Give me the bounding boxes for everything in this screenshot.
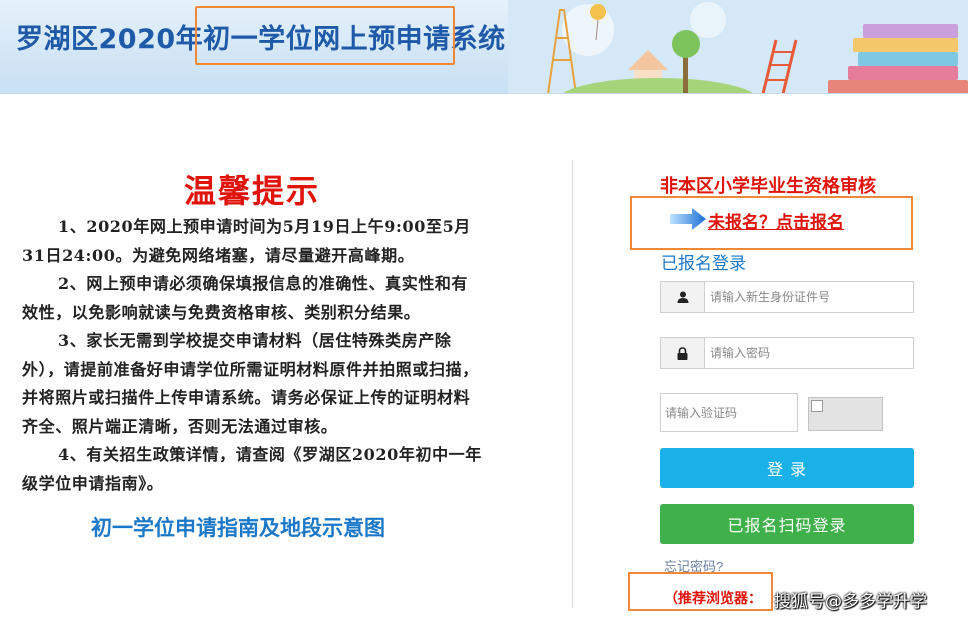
captcha-input[interactable]	[660, 393, 798, 432]
password-field-group	[660, 337, 914, 369]
captcha-image[interactable]	[808, 397, 883, 431]
arrow-right-icon	[670, 208, 706, 230]
notice-item: 3、家长无需到学校提交申请材料（居住特殊类房产除外），请提前准备好申请学位所需证…	[22, 331, 479, 436]
qr-login-button[interactable]: 已报名扫码登录	[660, 504, 914, 544]
notice-item: 4、有关招生政策详情，请查阅《罗湖区2020年初中一年级学位申请指南》。	[22, 445, 482, 493]
id-field-group	[660, 281, 914, 313]
browser-recommendation: （推荐浏览器：	[664, 591, 762, 607]
register-highlight-box: 未报名？点击报名	[630, 196, 913, 250]
password-input[interactable]	[705, 338, 913, 368]
notice-title: 温馨提示	[184, 172, 321, 210]
lock-icon	[661, 338, 705, 368]
page-header: 罗湖区2020年初一学位网上预申请系统	[0, 0, 968, 94]
header-illustration	[508, 0, 968, 93]
id-number-input[interactable]	[705, 282, 913, 312]
watermark: 搜狐号@多多学升学	[774, 592, 927, 612]
register-link[interactable]: 未报名？点击报名	[708, 208, 844, 233]
registered-login-label: 已报名登录	[661, 254, 746, 274]
vertical-divider	[572, 160, 573, 608]
nonlocal-review-title: 非本区小学毕业生资格审核	[660, 176, 876, 197]
notice-body: 1、2020年网上预申请时间为5月19日上午9:00至5月31日24:00。为避…	[22, 213, 482, 498]
login-button[interactable]: 登 录	[660, 448, 914, 488]
page-title: 罗湖区2020年初一学位网上预申请系统	[16, 24, 506, 55]
guide-link[interactable]: 初一学位申请指南及地段示意图	[91, 512, 385, 542]
user-icon	[661, 282, 705, 312]
broken-image-icon	[811, 400, 823, 412]
notice-item: 2、网上预申请必须确保填报信息的准确性、真实性和有效性，以免影响就读与免费资格审…	[22, 274, 469, 322]
notice-item: 1、2020年网上预申请时间为5月19日上午9:00至5月31日24:00。为避…	[22, 217, 471, 265]
